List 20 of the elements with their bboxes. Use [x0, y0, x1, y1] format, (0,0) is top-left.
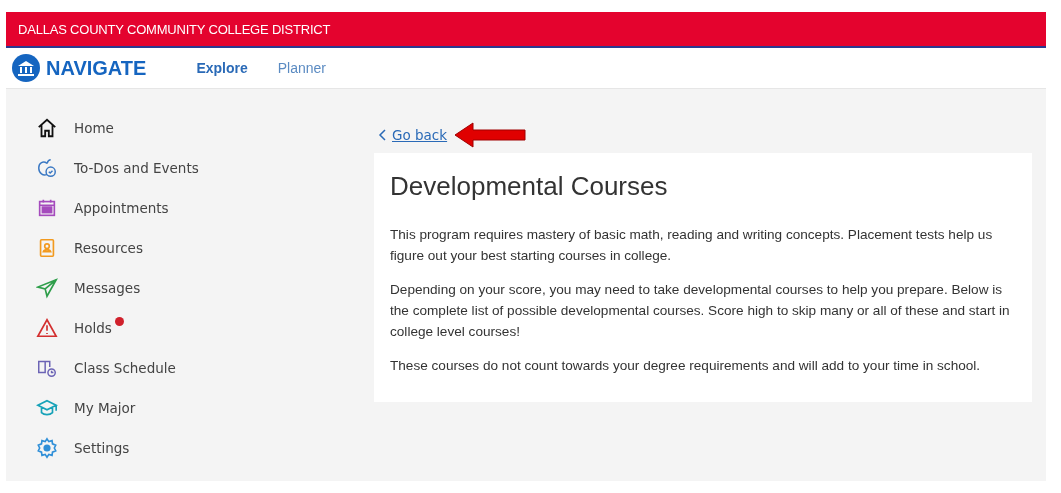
chevron-left-icon: [378, 129, 386, 141]
description-paragraph: This program requires mastery of basic math, reading and writing concepts. Placement tests help us figure out your best starting courses in college.: [390, 226, 994, 265]
sidebar-item[interactable]: To-Dos and Events: [74, 160, 199, 176]
navigate-logo: NAVIGATE: [46, 56, 147, 80]
page-title: Developmental Courses: [390, 171, 669, 202]
sidebar-item[interactable]: My Major: [74, 400, 136, 416]
sidebar-item[interactable]: Home: [74, 120, 114, 136]
description-paragraph: These courses do not count towards your degree requirements and will add to your time in school.: [390, 357, 982, 375]
sidebar-item[interactable]: Class Schedule: [74, 360, 176, 376]
banner-title: DALLAS COUNTY COMMUNITY COLLEGE DISTRICT: [18, 21, 331, 37]
nav-tab[interactable]: Explore: [196, 60, 248, 76]
description-paragraph: Depending on your score, you may need to take developmental courses to help you prepare. Below is the complete list of possible developmental courses. Score high to skip many or all of these and start in college level courses!: [390, 281, 1011, 341]
sidebar-item[interactable]: Resources: [74, 240, 143, 256]
sidebar-item[interactable]: Holds: [74, 320, 112, 336]
sidebar-item[interactable]: Settings: [74, 440, 130, 456]
nav-tab[interactable]: Planner: [277, 60, 326, 76]
go-back-link[interactable]: Go back: [378, 127, 448, 143]
building-logo-icon: [12, 54, 40, 82]
sidebar-item[interactable]: Messages: [74, 280, 141, 296]
sidebar-item[interactable]: Appointments: [74, 200, 169, 216]
